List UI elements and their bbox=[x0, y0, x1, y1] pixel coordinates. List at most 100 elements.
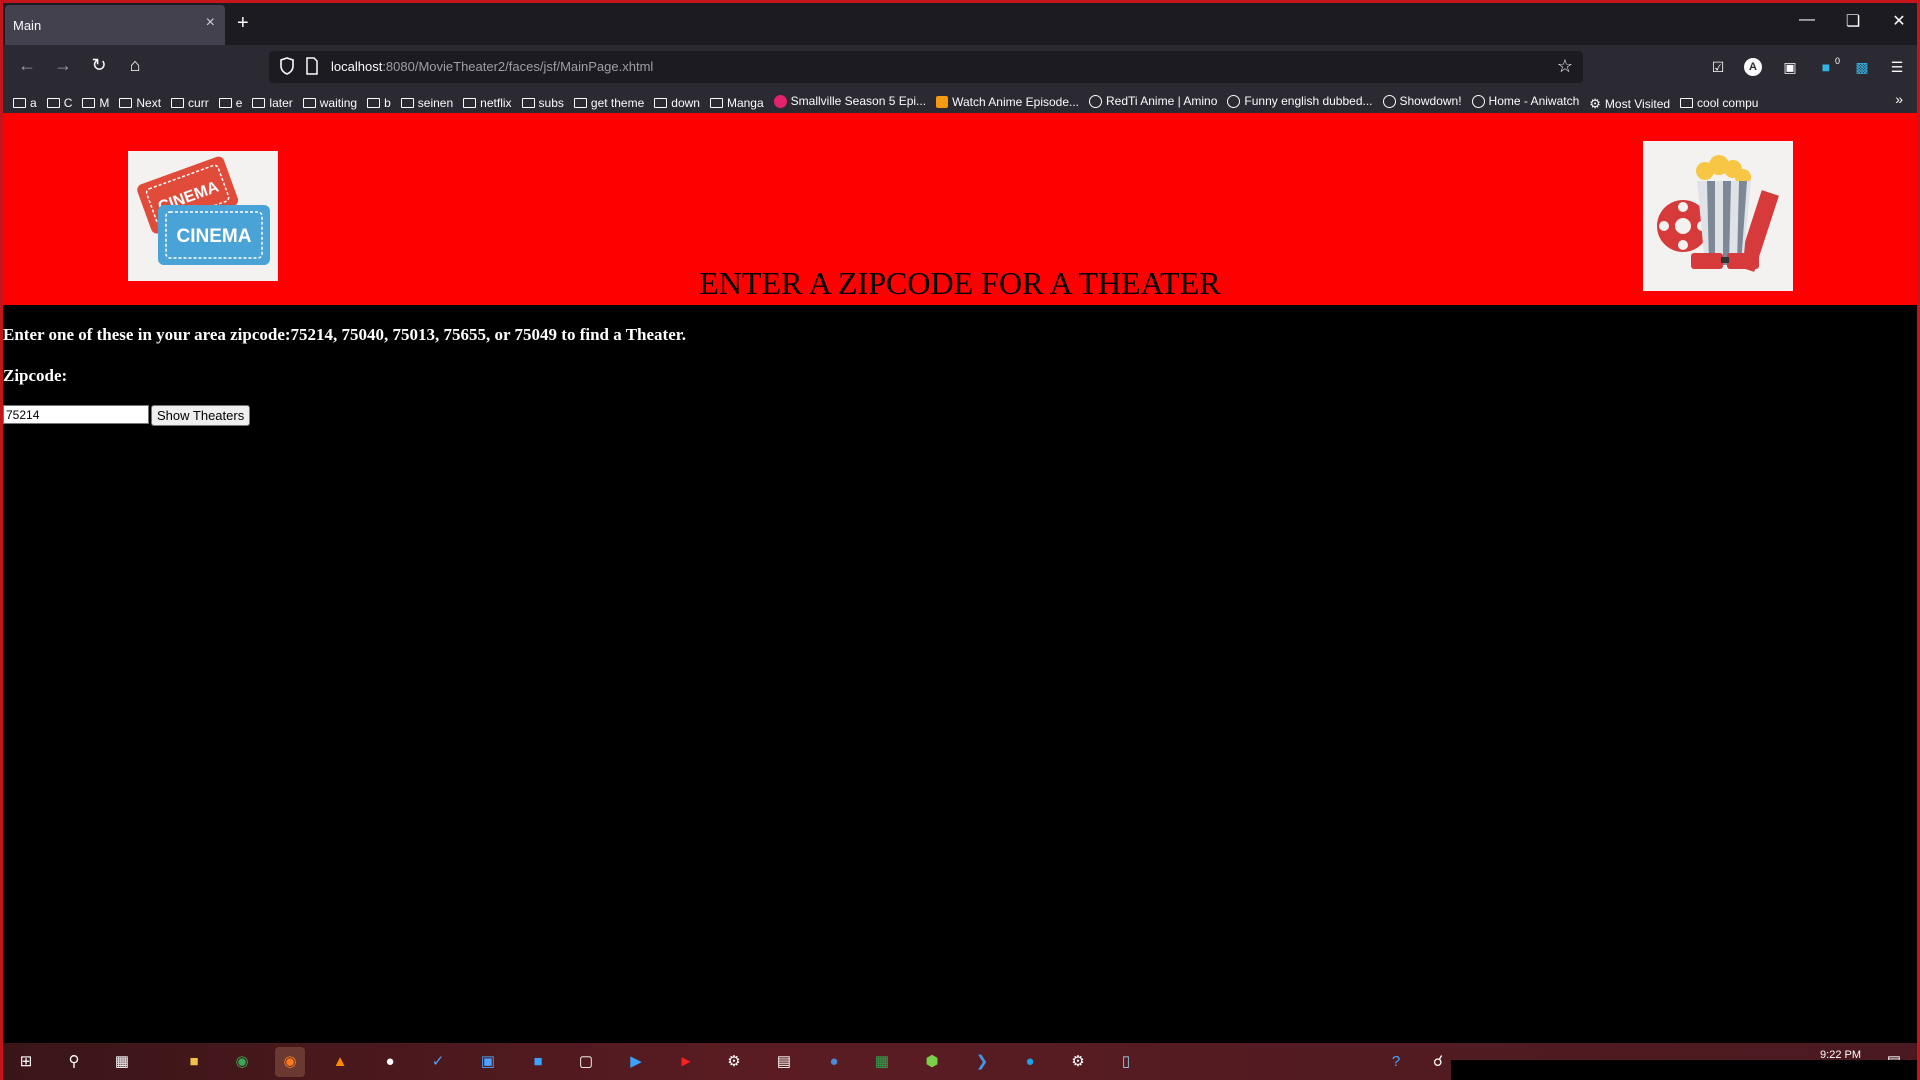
help-icon[interactable]: ? bbox=[1381, 1047, 1411, 1077]
app-icon-11[interactable]: ▶ bbox=[621, 1047, 651, 1077]
folder-icon bbox=[654, 97, 668, 108]
folder-icon bbox=[400, 97, 414, 108]
app-icon-16[interactable]: ▦ bbox=[867, 1047, 897, 1077]
bookmark-label: curr bbox=[188, 95, 209, 110]
bookmark-item[interactable]: e bbox=[218, 91, 242, 114]
bookmark-label: M bbox=[99, 95, 110, 110]
task-view-icon[interactable]: ▦ bbox=[107, 1047, 137, 1077]
shield-icon bbox=[280, 57, 294, 75]
app-icon-17[interactable]: ⬢ bbox=[917, 1047, 947, 1077]
extension-badge-icon[interactable]: ■ 0 bbox=[1814, 55, 1840, 79]
menu-icon[interactable]: ☰ bbox=[1885, 55, 1909, 79]
outlook-icon[interactable]: ■ bbox=[523, 1047, 553, 1077]
todo-icon[interactable]: ✓ bbox=[423, 1047, 453, 1077]
extension-badge-count: 0 bbox=[1834, 56, 1840, 66]
restore-button[interactable]: ❏ bbox=[1833, 11, 1873, 31]
instructions-text: Enter one of these in your area zipcode:… bbox=[3, 325, 686, 344]
bookmark-item[interactable]: Smallville Season 5 Epi... bbox=[773, 89, 927, 113]
minimize-button[interactable]: — bbox=[1787, 11, 1827, 29]
browser-tab[interactable]: Main × bbox=[5, 5, 225, 45]
bookmark-item[interactable]: curr bbox=[171, 91, 209, 114]
bookmark-item[interactable]: later bbox=[252, 91, 293, 114]
bookmark-item[interactable]: Watch Anime Episode... bbox=[936, 90, 1079, 114]
firefox-icon[interactable]: ◉ bbox=[275, 1047, 305, 1077]
bookmark-item[interactable]: subs bbox=[521, 91, 564, 114]
folder-icon bbox=[119, 97, 133, 108]
close-window-button[interactable]: ✕ bbox=[1879, 11, 1919, 31]
vscode-icon[interactable]: ❯ bbox=[967, 1047, 997, 1077]
bookmark-item[interactable]: netflix bbox=[463, 91, 512, 114]
zipcode-label: Zipcode: bbox=[3, 366, 68, 385]
chrome-icon[interactable]: ◉ bbox=[227, 1047, 257, 1077]
settings-icon[interactable]: ⚙ bbox=[1063, 1047, 1093, 1077]
bookmark-label: cool compu bbox=[1697, 95, 1759, 110]
start-windows-icon[interactable]: ⊞ bbox=[11, 1047, 41, 1077]
app-icon-14[interactable]: ▤ bbox=[769, 1047, 799, 1077]
zipcode-input[interactable] bbox=[3, 405, 149, 424]
bookmark-label: a bbox=[30, 95, 37, 110]
app-icon-6[interactable]: ● bbox=[375, 1047, 405, 1077]
pocket-icon[interactable]: ☑ bbox=[1706, 55, 1730, 79]
bookmark-label: Smallville Season 5 Epi... bbox=[790, 94, 927, 108]
search-icon[interactable]: ⚲ bbox=[59, 1047, 89, 1077]
page-icon bbox=[306, 57, 318, 75]
folder-icon bbox=[13, 97, 26, 108]
reload-icon[interactable]: ↻ bbox=[85, 55, 113, 76]
profile-avatar[interactable]: A bbox=[1744, 58, 1762, 76]
bookmark-label: RedTi Anime | Amino bbox=[1106, 94, 1218, 108]
translate-icon[interactable]: ▩ bbox=[1850, 55, 1874, 79]
new-tab-button[interactable]: + bbox=[237, 12, 249, 35]
bookmark-item[interactable]: Showdown! bbox=[1382, 89, 1462, 113]
app-icon-21[interactable]: ▯ bbox=[1111, 1047, 1141, 1077]
bookmarks-toolbar: a C M Next curr e later waiting b seinen netflix su… bbox=[3, 89, 1917, 113]
bookmark-label: Home - Aniwatch bbox=[1488, 94, 1580, 108]
people-icon[interactable]: ☌ bbox=[1423, 1047, 1453, 1077]
bookmarks-overflow-icon[interactable]: » bbox=[1895, 91, 1903, 107]
app-icon-13[interactable]: ⚙ bbox=[719, 1047, 749, 1077]
ticket-text-bottom: CINEMA bbox=[177, 226, 252, 247]
folder-icon bbox=[521, 97, 535, 108]
bookmark-item[interactable]: b bbox=[367, 91, 391, 114]
tab-title: Main bbox=[13, 18, 42, 33]
vlc-icon[interactable]: ▲ bbox=[325, 1047, 355, 1077]
bookmark-item[interactable]: waiting bbox=[302, 91, 357, 114]
globe-icon bbox=[1382, 94, 1396, 108]
youtube-music-icon[interactable]: ► bbox=[671, 1047, 701, 1077]
bookmark-item[interactable]: a bbox=[13, 91, 37, 114]
back-icon[interactable]: ← bbox=[13, 55, 41, 76]
bookmark-item[interactable]: seinen bbox=[400, 91, 453, 114]
bookmark-label: C bbox=[63, 95, 73, 110]
tab-close-icon[interactable]: × bbox=[206, 14, 215, 32]
bookmark-item[interactable]: Next bbox=[119, 91, 161, 114]
bookmark-item[interactable]: C bbox=[46, 91, 73, 114]
qbittorrent-icon[interactable]: ● bbox=[819, 1047, 849, 1077]
nav-bar: ← → ↻ ⌂ localhost:8080/MovieTheater2/fac… bbox=[3, 45, 1917, 89]
folder-icon bbox=[302, 97, 316, 108]
home-icon[interactable]: ⌂ bbox=[121, 55, 149, 76]
bookmark-star-icon[interactable]: ☆ bbox=[1557, 56, 1573, 77]
bookmark-item[interactable]: get theme bbox=[573, 91, 644, 114]
app-icon-8[interactable]: ▣ bbox=[473, 1047, 503, 1077]
url-bar[interactable]: localhost:8080/MovieTheater2/faces/jsf/M… bbox=[269, 51, 1583, 83]
bookmark-item[interactable]: RedTi Anime | Amino bbox=[1089, 89, 1217, 113]
skype-icon[interactable]: ● bbox=[1015, 1047, 1045, 1077]
bookmark-item[interactable]: down bbox=[654, 91, 700, 114]
file-explorer-icon[interactable]: ■ bbox=[179, 1047, 209, 1077]
bookmark-item[interactable]: ⚙ Most Visited bbox=[1589, 92, 1670, 114]
bookmark-item[interactable]: cool compu bbox=[1680, 91, 1758, 114]
bookmark-label: Watch Anime Episode... bbox=[952, 94, 1080, 109]
forward-icon[interactable]: → bbox=[49, 55, 77, 76]
bookmark-item[interactable]: Home - Aniwatch bbox=[1471, 89, 1580, 113]
show-theaters-button[interactable]: Show Theaters bbox=[151, 405, 251, 426]
folder-icon bbox=[171, 97, 185, 108]
bookmark-label: Funny english dubbed... bbox=[1244, 94, 1373, 108]
bookmark-label: subs bbox=[538, 95, 564, 110]
bookmark-item[interactable]: Manga bbox=[709, 91, 764, 114]
photos-icon[interactable]: ▢ bbox=[571, 1047, 601, 1077]
bookmark-item[interactable]: M bbox=[82, 91, 109, 114]
extension-icon[interactable]: ▣ bbox=[1778, 55, 1802, 79]
url-text[interactable]: localhost:8080/MovieTheater2/faces/jsf/M… bbox=[331, 59, 653, 74]
bookmark-item[interactable]: Funny english dubbed... bbox=[1227, 89, 1373, 113]
site-favicon-icon bbox=[936, 95, 949, 108]
bookmark-label: Most Visited bbox=[1604, 96, 1671, 111]
